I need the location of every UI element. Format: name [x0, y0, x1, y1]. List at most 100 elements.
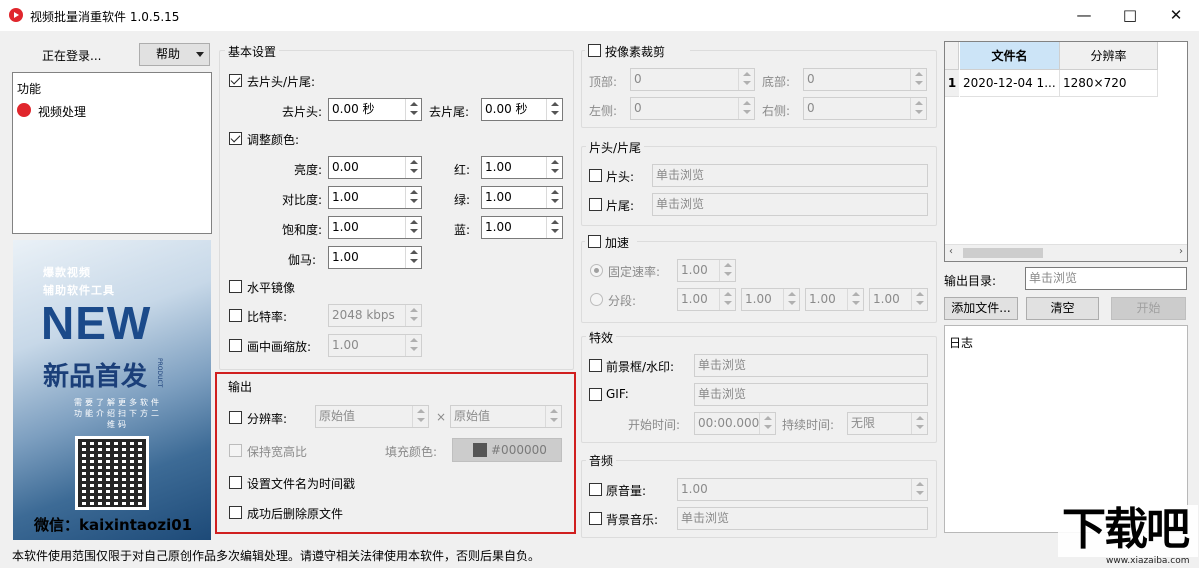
crop-checkbox[interactable] [588, 44, 601, 57]
resolution-label: 分辨率: [247, 412, 288, 426]
ad-poster: 爆款视频 辅助软件工具 NEW PRODUCT 新品首发 需要了解更多软件功能介… [13, 240, 211, 540]
res-height-spinner[interactable]: 原始值 [450, 405, 562, 428]
saturation-label: 饱和度: [281, 223, 322, 237]
pip-spinner[interactable]: 1.00 [328, 334, 422, 357]
resolution-checkbox[interactable] [229, 411, 242, 424]
segment-spinner-2[interactable]: 1.00 [741, 288, 800, 311]
duration-spinner[interactable]: 无限 [847, 412, 928, 435]
crop-bottom-spinner[interactable]: 0 [803, 68, 927, 91]
function-header: 功能 [17, 82, 42, 96]
output-dir-input[interactable]: 单击浏览 [1025, 267, 1187, 290]
close-icon[interactable]: ✕ [1153, 0, 1199, 31]
log-panel: 日志 [944, 325, 1188, 533]
clear-button[interactable]: 清空 [1026, 297, 1099, 320]
col-filename[interactable]: 文件名 [960, 42, 1060, 70]
head-value: 0.00 秒 [332, 102, 375, 116]
tail-clip-checkbox[interactable] [589, 198, 602, 211]
start-time-value: 00:00.000 [698, 416, 760, 430]
fill-color-value: #000000 [491, 443, 547, 457]
speed-checkbox[interactable] [588, 235, 601, 248]
segment-value-1: 1.00 [681, 292, 708, 306]
brightness-label: 亮度: [293, 163, 322, 177]
crop-bottom-value: 0 [807, 72, 815, 86]
add-file-button[interactable]: 添加文件... [944, 297, 1018, 320]
col-resolution[interactable]: 分辨率 [1060, 42, 1158, 70]
crop-right-value: 0 [807, 101, 815, 115]
bgm-input[interactable]: 单击浏览 [677, 507, 928, 530]
crop-right-spinner[interactable]: 0 [803, 97, 927, 120]
table-row[interactable]: 2020-12-04 1... [960, 70, 1060, 97]
delete-original-checkbox[interactable] [229, 506, 242, 519]
mirror-checkbox[interactable] [229, 280, 242, 293]
minimize-icon[interactable]: — [1061, 0, 1107, 31]
orig-volume-value: 1.00 [681, 482, 708, 496]
scroll-left-icon[interactable]: ‹ [949, 246, 953, 257]
help-label: 帮助 [156, 47, 181, 61]
foreground-checkbox[interactable] [589, 359, 602, 372]
orig-volume-label: 原音量: [606, 484, 647, 498]
blue-spinner[interactable]: 1.00 [481, 216, 563, 239]
red-spinner[interactable]: 1.00 [481, 156, 563, 179]
pip-checkbox[interactable] [229, 339, 242, 352]
help-button[interactable]: 帮助 [139, 43, 210, 66]
gamma-label: 伽马: [287, 253, 316, 267]
contrast-spinner[interactable]: 1.00 [328, 186, 422, 209]
timestamp-checkbox[interactable] [229, 476, 242, 489]
crop-top-spinner[interactable]: 0 [630, 68, 755, 91]
log-title: 日志 [949, 336, 974, 350]
head-clip-checkbox[interactable] [589, 169, 602, 182]
saturation-spinner[interactable]: 1.00 [328, 216, 422, 239]
login-status: 正在登录... [42, 49, 102, 63]
orig-volume-checkbox[interactable] [589, 483, 602, 496]
ad-desc: 需要了解更多软件功能介绍扫下方二维码 [74, 398, 162, 429]
row-resolution: 1280×720 [1060, 70, 1158, 97]
head-clip-input[interactable]: 单击浏览 [652, 164, 928, 187]
start-button[interactable]: 开始 [1111, 297, 1186, 320]
start-time-spinner[interactable]: 00:00.000 [694, 412, 776, 435]
footer-notice: 本软件使用范围仅限于对自己原创作品多次编辑处理。请遵守相关法律使用本软件，否则后… [12, 549, 541, 563]
brightness-spinner[interactable]: 0.00 [328, 156, 422, 179]
audio-title: 音频 [586, 452, 617, 469]
segment-radio[interactable] [590, 293, 603, 306]
foreground-input[interactable]: 单击浏览 [694, 354, 928, 377]
gamma-spinner[interactable]: 1.00 [328, 246, 422, 269]
brightness-value: 0.00 [332, 160, 359, 174]
crop-label: 按像素裁剪 [605, 45, 666, 59]
segment-spinner-1[interactable]: 1.00 [677, 288, 736, 311]
bitrate-checkbox[interactable] [229, 309, 242, 322]
bitrate-spinner[interactable]: 2048 kbps [328, 304, 422, 327]
gif-checkbox[interactable] [589, 388, 602, 401]
color-swatch [473, 443, 487, 457]
crop-left-spinner[interactable]: 0 [630, 97, 755, 120]
crop-right-label: 右侧: [762, 104, 791, 118]
color-checkbox[interactable] [229, 132, 242, 145]
headtail-title: 片头/片尾 [586, 139, 645, 156]
tail-clip-input[interactable]: 单击浏览 [652, 193, 928, 216]
crop-left-label: 左侧: [589, 104, 618, 118]
fill-color-label: 填充颜色: [385, 445, 438, 459]
green-spinner[interactable]: 1.00 [481, 186, 563, 209]
gif-input[interactable]: 单击浏览 [694, 383, 928, 406]
segment-spinner-3[interactable]: 1.00 [805, 288, 864, 311]
segment-value-3: 1.00 [809, 292, 836, 306]
segment-spinner-4[interactable]: 1.00 [869, 288, 928, 311]
bgm-checkbox[interactable] [589, 512, 602, 525]
delete-original-label: 成功后删除原文件 [247, 507, 344, 521]
tail-spinner[interactable]: 0.00 秒 [481, 98, 563, 121]
scroll-right-icon[interactable]: › [1179, 246, 1183, 257]
fixed-rate-radio[interactable] [590, 264, 603, 277]
orig-volume-spinner[interactable]: 1.00 [677, 478, 928, 501]
trim-checkbox[interactable] [229, 74, 242, 87]
head-spinner[interactable]: 0.00 秒 [328, 98, 422, 121]
res-width-spinner[interactable]: 原始值 [315, 405, 429, 428]
bitrate-value: 2048 kbps [332, 308, 395, 322]
effects-title: 特效 [586, 329, 617, 346]
fixed-rate-spinner[interactable]: 1.00 [677, 259, 736, 282]
fill-color-button[interactable]: #000000 [452, 438, 562, 462]
basic-settings-title: 基本设置 [225, 43, 280, 60]
keep-ratio-checkbox[interactable] [229, 444, 242, 457]
fixed-rate-label: 固定速率: [608, 265, 661, 279]
horizontal-scrollbar[interactable]: ‹ › [945, 244, 1187, 261]
function-item-video[interactable]: 视频处理 [38, 103, 86, 120]
maximize-icon[interactable]: □ [1107, 0, 1153, 31]
